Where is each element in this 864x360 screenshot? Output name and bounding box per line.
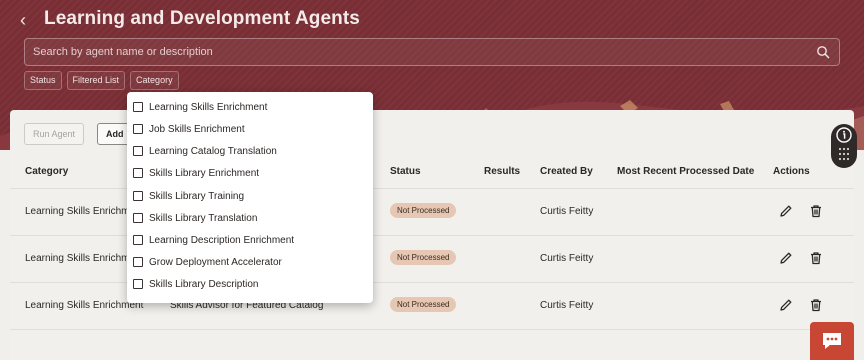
checkbox[interactable]	[133, 168, 143, 178]
checkbox[interactable]	[133, 102, 143, 112]
category-option-label: Skills Library Enrichment	[149, 167, 260, 179]
row-category: Learning Skills Enrichment	[25, 206, 144, 217]
category-option-label: Skills Library Training	[149, 190, 245, 202]
category-option[interactable]: Skills Library Training	[133, 186, 244, 206]
category-option-label: Learning Catalog Translation	[149, 145, 277, 157]
category-option[interactable]: Skills Library Enrichment	[133, 163, 259, 183]
checkbox[interactable]	[133, 146, 143, 156]
trash-icon[interactable]	[808, 297, 824, 313]
filter-chip-category[interactable]: Category	[130, 71, 179, 90]
trash-icon[interactable]	[808, 203, 824, 219]
category-option[interactable]: Learning Description Enrichment	[133, 230, 294, 250]
category-option[interactable]: Skills Library Description	[133, 274, 258, 294]
search-input[interactable]	[33, 42, 803, 62]
checkbox[interactable]	[133, 257, 143, 267]
category-option[interactable]: Skills Library Translation	[133, 208, 257, 228]
checkbox[interactable]	[133, 191, 143, 201]
category-option[interactable]: Learning Skills Enrichment	[133, 97, 267, 117]
column-header-actions: Actions	[773, 166, 810, 177]
page-title: Learning and Development Agents	[44, 8, 360, 29]
category-option-label: Job Skills Enrichment	[149, 123, 245, 135]
row-created-by: Curtis Feitty	[540, 300, 594, 311]
filter-chip-status[interactable]: Status	[24, 71, 62, 90]
run-agent-button[interactable]: Run Agent	[24, 123, 85, 145]
row-created-by: Curtis Feitty	[540, 206, 594, 217]
category-option-label: Skills Library Translation	[149, 212, 258, 224]
category-option[interactable]: Job Skills Enrichment	[133, 119, 245, 139]
table-row	[10, 329, 854, 360]
pencil-icon[interactable]	[778, 297, 794, 313]
chat-button[interactable]	[810, 322, 854, 360]
checkbox[interactable]	[133, 235, 143, 245]
search-icon[interactable]	[816, 45, 830, 59]
row-created-by: Curtis Feitty	[540, 253, 594, 264]
pencil-icon[interactable]	[778, 203, 794, 219]
filter-chips: Status Filtered List Category	[24, 71, 179, 90]
column-header-recent-date[interactable]: Most Recent Processed Date	[617, 166, 754, 177]
column-header-results[interactable]: Results	[484, 166, 520, 177]
column-header-status[interactable]: Status	[390, 166, 421, 177]
search-box	[24, 38, 840, 66]
pencil-icon[interactable]	[778, 250, 794, 266]
chat-icon	[823, 333, 841, 349]
category-option[interactable]: Grow Deployment Accelerator	[133, 252, 282, 272]
category-dropdown: Learning Skills Enrichment Job Skills En…	[127, 92, 373, 303]
category-option-label: Skills Library Description	[149, 278, 259, 290]
status-badge: Not Processed	[390, 250, 457, 265]
checkbox[interactable]	[133, 213, 143, 223]
info-icon[interactable]	[836, 127, 852, 143]
status-badge: Not Processed	[390, 297, 457, 312]
filter-chip-filtered-list[interactable]: Filtered List	[66, 71, 126, 90]
category-option-label: Learning Description Enrichment	[149, 234, 295, 246]
grid-icon[interactable]	[838, 147, 850, 161]
column-header-created-by[interactable]: Created By	[540, 166, 593, 177]
checkbox[interactable]	[133, 124, 143, 134]
side-toolbar	[831, 124, 857, 168]
category-option[interactable]: Learning Catalog Translation	[133, 141, 277, 161]
row-category: Learning Skills Enrichment	[25, 300, 144, 311]
category-option-label: Grow Deployment Accelerator	[149, 256, 282, 268]
row-category: Learning Skills Enrichment	[25, 253, 144, 264]
status-badge: Not Processed	[390, 203, 457, 218]
trash-icon[interactable]	[808, 250, 824, 266]
chevron-left-icon[interactable]: ‹	[20, 10, 36, 30]
category-option-label: Learning Skills Enrichment	[149, 101, 268, 113]
column-header-category[interactable]: Category	[25, 166, 68, 177]
checkbox[interactable]	[133, 279, 143, 289]
